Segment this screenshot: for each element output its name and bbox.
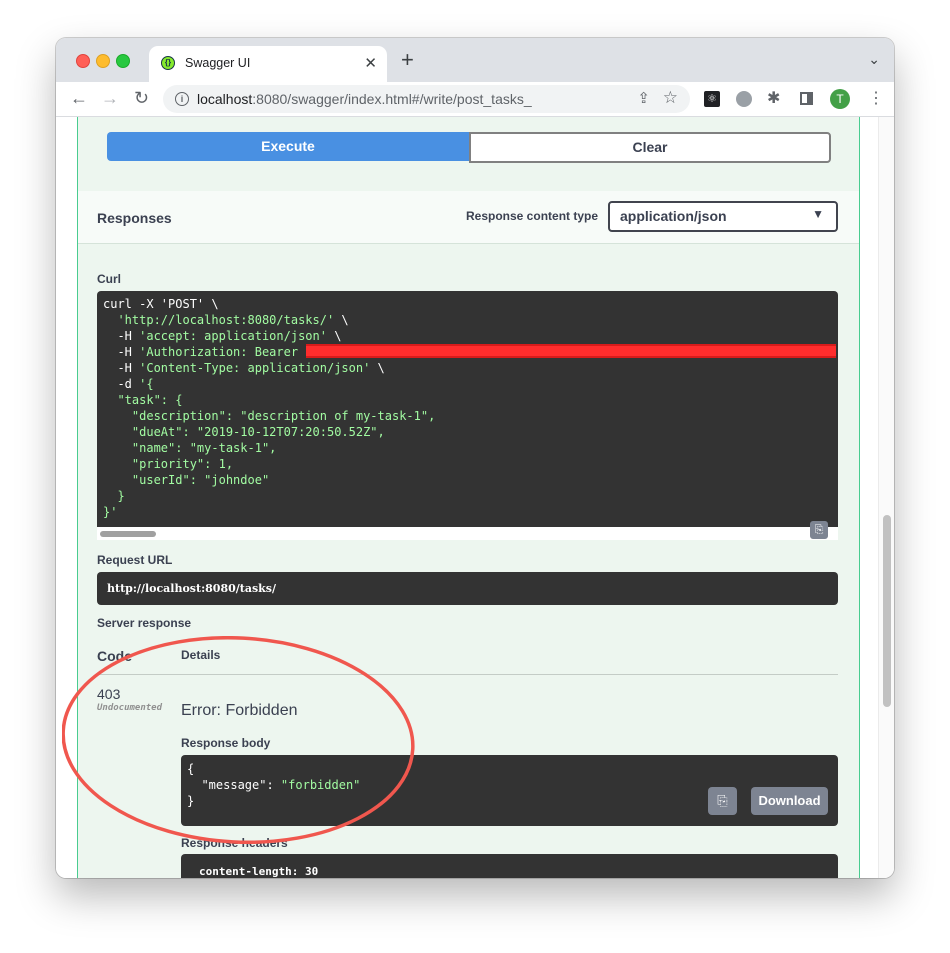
scrollbar-thumb[interactable] [100, 531, 156, 537]
url-text[interactable]: localhost:8080/swagger/index.html#/write… [197, 91, 532, 107]
download-button[interactable]: Download [751, 787, 828, 815]
clear-button[interactable]: Clear [469, 132, 831, 163]
curl-body: "task": { "description": "description of… [103, 393, 436, 519]
reload-icon[interactable]: ↻ [134, 86, 149, 110]
new-tab-button[interactable]: + [401, 49, 414, 71]
redaction-bar [306, 344, 836, 358]
tab-strip: {} Swagger UI ✕ + ⌄ [56, 38, 894, 82]
post-operation-block: Execute Clear Responses Response content… [77, 117, 860, 878]
response-body-block[interactable]: { "message": "forbidden" } ⎘ Download [181, 755, 838, 826]
curl-authorization-header: 'Authorization: Bearer [139, 345, 299, 359]
page-vertical-scrollbar[interactable] [878, 117, 894, 878]
request-url-box: http://localhost:8080/tasks/ [97, 572, 838, 605]
response-header-line: content-length: 30 [199, 865, 319, 878]
responses-header: Responses Response content type applicat… [78, 191, 859, 244]
zoom-window-button[interactable] [116, 54, 130, 68]
response-body-label: Response body [181, 736, 271, 750]
header-divider [97, 674, 838, 675]
bookmark-star-icon[interactable]: ☆ [663, 88, 678, 108]
response-status-code: 403 [97, 686, 121, 702]
code-column-header: Code [97, 648, 132, 664]
curl-flag: -d [103, 377, 140, 391]
page-viewport: Execute Clear Responses Response content… [56, 117, 894, 878]
json-open-brace: { [187, 762, 195, 776]
curl-line-1: curl -X 'POST' \ [103, 297, 219, 311]
chevron-down-icon: ▼ [812, 207, 824, 221]
request-url-label: Request URL [97, 553, 173, 567]
browser-window: {} Swagger UI ✕ + ⌄ ← → ↻ i localhost:80… [56, 38, 894, 878]
undocumented-label: Undocumented [97, 703, 163, 713]
site-info-icon[interactable]: i [175, 92, 189, 106]
responses-title: Responses [97, 210, 172, 226]
curl-horizontal-scrollbar[interactable] [97, 527, 838, 540]
swagger-favicon-icon: {} [161, 56, 175, 70]
execute-button[interactable]: Execute [107, 132, 469, 161]
forward-arrow-icon[interactable]: → [101, 86, 119, 110]
share-icon[interactable]: ⇪ [637, 89, 650, 107]
content-type-value: application/json [620, 208, 727, 224]
tab-search-chevron-icon[interactable]: ⌄ [868, 51, 880, 68]
json-key: "message": [187, 778, 281, 792]
request-url-value: http://localhost:8080/tasks/ [107, 582, 277, 595]
curl-data-open: '{ [139, 377, 154, 391]
page-scrollbar-thumb[interactable] [883, 515, 891, 707]
tab-swagger-ui[interactable]: {} Swagger UI ✕ [149, 46, 387, 82]
react-devtools-extension-icon[interactable]: ⚛ [704, 91, 720, 107]
profile-avatar[interactable]: T [830, 89, 850, 109]
extensions-puzzle-icon[interactable]: ✱ [767, 91, 783, 107]
response-body-code: { "message": "forbidden" } [187, 761, 360, 809]
json-close-brace: } [187, 794, 195, 808]
url-host: localhost [197, 91, 253, 107]
response-content-type-select[interactable]: application/json ▼ [608, 201, 838, 232]
curl-label: Curl [97, 272, 121, 286]
json-value: "forbidden" [280, 778, 361, 792]
tab-close-icon[interactable]: ✕ [364, 54, 377, 72]
curl-flag: -H [103, 329, 140, 343]
curl-flag: -H [103, 345, 140, 359]
address-bar[interactable]: i localhost:8080/swagger/index.html#/wri… [163, 85, 690, 113]
curl-line-2-tail: \ [334, 313, 349, 327]
copy-response-button[interactable]: ⎘ [708, 787, 737, 815]
curl-content-type-header: 'Content-Type: application/json' [139, 361, 371, 375]
back-arrow-icon[interactable]: ← [70, 86, 88, 110]
curl-flag: -H [103, 361, 140, 375]
minimize-window-button[interactable] [96, 54, 110, 68]
details-column-header: Details [181, 648, 221, 662]
curl-accept-header: 'accept: application/json' [139, 329, 327, 343]
url-path: :8080/swagger/index.html#/write/post_tas… [252, 91, 532, 107]
curl-url-string: 'http://localhost:8080/tasks/' [117, 313, 335, 327]
error-message: Error: Forbidden [181, 702, 298, 719]
side-panel-icon[interactable] [800, 92, 813, 105]
browser-toolbar: ← → ↻ i localhost:8080/swagger/index.htm… [56, 82, 894, 117]
curl-code: curl -X 'POST' \ 'http://localhost:8080/… [103, 297, 436, 519]
copy-to-clipboard-icon[interactable]: ⎘ [810, 521, 828, 539]
browser-menu-icon[interactable]: ⋮ [868, 88, 884, 108]
response-headers-label: Response headers [181, 836, 288, 850]
extension-icon[interactable] [736, 91, 752, 107]
response-headers-block[interactable]: content-length: 30 [181, 854, 838, 878]
response-content-type-label: Response content type [466, 209, 599, 223]
curl-code-block[interactable]: curl -X 'POST' \ 'http://localhost:8080/… [97, 291, 838, 527]
server-response-label: Server response [97, 616, 192, 630]
tab-title: Swagger UI [185, 56, 251, 70]
close-window-button[interactable] [76, 54, 90, 68]
